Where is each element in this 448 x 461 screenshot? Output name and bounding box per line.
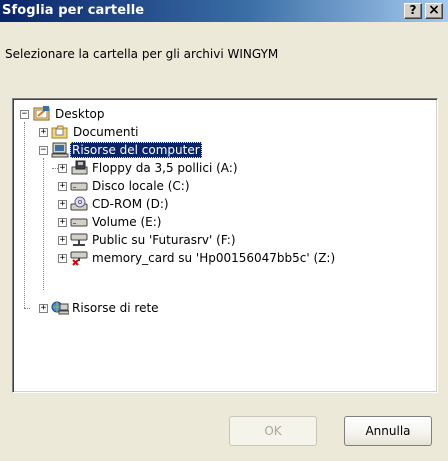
browse-folder-dialog: Sfoglia per cartelle ? × Selezionare la … [0, 0, 448, 461]
tree-item-volume[interactable]: + Volume (E:) [13, 214, 413, 232]
collapse-toggle[interactable]: − [20, 110, 29, 119]
cdrom-drive-icon [70, 196, 88, 212]
tree-item-public-futurasrv[interactable]: + Public su 'Futurasrv' (F:) [13, 232, 413, 250]
tree-item-label: Public su 'Futurasrv' (F:) [92, 233, 236, 247]
tree-item-label: CD-ROM (D:) [92, 197, 169, 211]
ok-button[interactable]: OK [229, 416, 317, 446]
tree-item-documenti[interactable]: + Documenti [13, 124, 313, 142]
dialog-title: Sfoglia per cartelle [2, 3, 145, 18]
hard-drive-icon [70, 214, 88, 230]
expand-toggle[interactable]: + [39, 304, 48, 313]
tree-item-label: Desktop [55, 107, 105, 121]
tree-item-cdrom[interactable]: + CD-ROM (D:) [13, 196, 413, 214]
tree-item-desktop[interactable]: − Desktop [13, 106, 313, 124]
tree-item-label: Volume (E:) [92, 215, 162, 229]
tree-item-floppy[interactable]: + Floppy da 3,5 pollici (A:) [13, 160, 413, 178]
expand-toggle[interactable]: + [58, 164, 67, 173]
my-computer-icon [51, 142, 69, 158]
title-bar[interactable]: Sfoglia per cartelle ? × [0, 0, 448, 22]
close-button[interactable]: × [425, 3, 443, 19]
tree-item-label: Floppy da 3,5 pollici (A:) [92, 161, 238, 175]
tree-item-label: memory_card su 'Hp00156047bb5c' (Z:) [92, 251, 336, 265]
help-button[interactable]: ? [404, 3, 422, 19]
expand-toggle[interactable]: + [58, 200, 67, 209]
documents-folder-icon [51, 124, 69, 140]
expand-toggle[interactable]: + [58, 236, 67, 245]
hard-drive-icon [70, 178, 88, 194]
tree-item-network-places[interactable]: + Risorse di rete [13, 300, 313, 318]
disconnected-network-drive-icon [70, 250, 88, 266]
collapse-toggle[interactable]: − [39, 146, 48, 155]
desktop-icon [33, 106, 51, 122]
tree-item-label: Risorse del computer [70, 142, 202, 158]
expand-toggle[interactable]: + [58, 218, 67, 227]
tree-item-my-computer[interactable]: − Risorse del computer [13, 142, 313, 160]
expand-toggle[interactable]: + [58, 182, 67, 191]
network-drive-icon [70, 232, 88, 248]
network-places-icon [51, 300, 70, 316]
cancel-button[interactable]: Annulla [344, 416, 432, 446]
expand-toggle[interactable]: + [39, 128, 48, 137]
floppy-drive-icon [70, 160, 88, 176]
tree-line [52, 168, 58, 169]
tree-item-label: Disco locale (C:) [92, 179, 190, 193]
tree-item-local-disk[interactable]: + Disco locale (C:) [13, 178, 413, 196]
tree-item-label: Risorse di rete [72, 301, 159, 315]
dialog-prompt: Selezionare la cartella per gli archivi … [5, 47, 279, 61]
folder-tree[interactable]: − Desktop + Documenti − Risorse del comp… [12, 98, 438, 393]
tree-item-memory-card[interactable]: + memory_card su 'Hp00156047bb5c' (Z:) [13, 250, 433, 268]
expand-toggle[interactable]: + [58, 254, 67, 263]
tree-item-label: Documenti [73, 125, 139, 139]
